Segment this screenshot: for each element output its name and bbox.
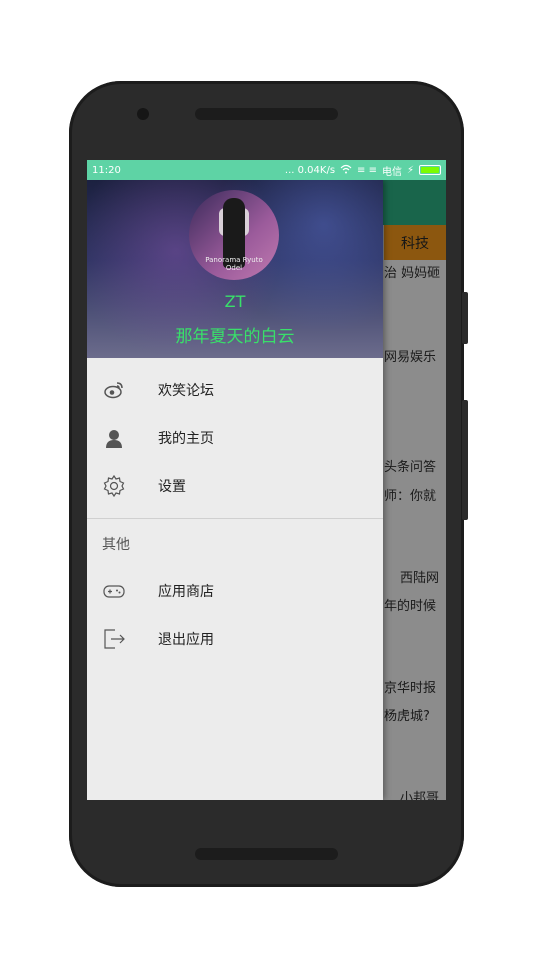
navigation-drawer: Panorama Ryuto Odel ZT 那年夏天的白云 欢笑论坛 我的主页… [87, 180, 383, 800]
front-camera [137, 108, 149, 120]
top-speaker [195, 108, 338, 120]
weibo-icon [102, 378, 126, 402]
volume-button [462, 400, 468, 520]
drawer-divider [87, 518, 383, 519]
avatar-caption: Panorama Ryuto Odel [205, 256, 263, 272]
status-bar: 11:20 ... 0.04K/s ≡ ≡ 电信 ⚡ [87, 160, 446, 180]
status-right: ... 0.04K/s ≡ ≡ 电信 ⚡ [285, 163, 441, 178]
menu-item-homepage[interactable]: 我的主页 [87, 414, 383, 462]
menu-item-label: 我的主页 [158, 431, 214, 447]
power-button [462, 292, 468, 344]
gear-icon [102, 474, 126, 498]
menu-item-settings[interactable]: 设置 [87, 462, 383, 510]
status-time: 11:20 [92, 164, 121, 176]
carrier-label: 电信 [381, 166, 402, 178]
section-title: 其他 [102, 537, 130, 553]
net-speed: ... 0.04K/s [284, 164, 336, 176]
gamepad-icon [102, 579, 126, 603]
menu-item-label: 设置 [158, 479, 186, 495]
battery-level [421, 167, 439, 173]
person-icon [102, 426, 126, 450]
username: ZT [224, 292, 246, 311]
menu-item-app-store[interactable]: 应用商店 [87, 567, 383, 615]
user-signature: 那年夏天的白云 [175, 327, 295, 347]
battery-icon [419, 165, 441, 175]
drawer-header: Panorama Ryuto Odel ZT 那年夏天的白云 [87, 180, 383, 358]
menu-item-exit[interactable]: 退出应用 [87, 615, 383, 663]
menu-item-label: 欢笑论坛 [158, 383, 214, 399]
bottom-speaker [195, 848, 338, 860]
menu-item-forum[interactable]: 欢笑论坛 [87, 366, 383, 414]
charging-icon: ⚡ [406, 164, 414, 176]
exit-icon [102, 627, 126, 651]
wifi-icon [340, 164, 352, 177]
menu-item-label: 退出应用 [158, 632, 214, 648]
signal-icon: ≡ ≡ [357, 164, 377, 176]
menu-item-label: 应用商店 [158, 584, 214, 600]
avatar[interactable]: Panorama Ryuto Odel [189, 190, 279, 280]
screen: 11:20 ... 0.04K/s ≡ ≡ 电信 ⚡ 科技 治 妈妈砸 网易娱乐… [87, 160, 446, 800]
